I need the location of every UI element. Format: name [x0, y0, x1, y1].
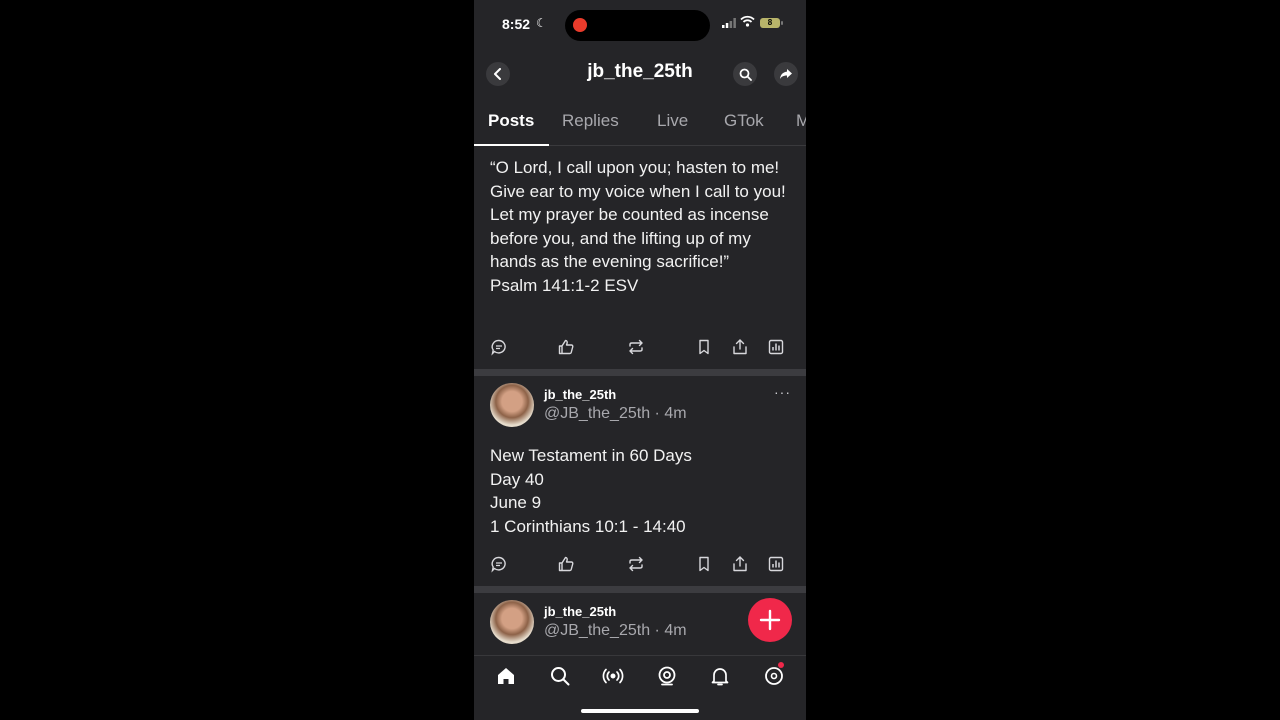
share-profile-button[interactable]: [774, 62, 798, 86]
post-citation: Psalm 141:1-2 ESV: [490, 275, 639, 295]
post-handle: @JB_the_25th · 4m: [544, 405, 687, 422]
account-icon[interactable]: [763, 665, 785, 687]
profile-header: jb_the_25th: [474, 52, 806, 96]
post-actions: [474, 555, 806, 575]
notification-badge: [778, 662, 784, 668]
search-button[interactable]: [733, 62, 757, 86]
battery-icon: 8: [760, 18, 780, 28]
post-username[interactable]: jb_the_25th: [544, 387, 616, 402]
like-icon[interactable]: [557, 555, 575, 573]
share-icon[interactable]: [731, 555, 749, 573]
profile-tabs: Posts Replies Live GTok M: [474, 97, 806, 146]
wifi-icon: [740, 15, 755, 27]
tab-live[interactable]: Live: [657, 111, 688, 131]
plus-icon: [759, 609, 781, 631]
gtok-icon[interactable]: [656, 665, 678, 687]
post-actions: [474, 338, 806, 358]
post-line: June 9: [490, 493, 542, 513]
analytics-icon[interactable]: [767, 338, 785, 356]
repost-icon[interactable]: [627, 555, 645, 573]
active-tab-indicator: [474, 144, 549, 146]
like-icon[interactable]: [557, 338, 575, 356]
bookmark-icon[interactable]: [695, 338, 713, 356]
post-divider: [474, 369, 806, 376]
share-icon[interactable]: [731, 338, 749, 356]
post-divider: [474, 586, 806, 593]
cellular-signal-icon: [722, 18, 736, 28]
moon-icon: ☾: [536, 16, 547, 30]
home-indicator: [581, 709, 699, 713]
post-body: New Testament in 60 Days Day 40 June 9 1…: [490, 444, 794, 538]
tab-media[interactable]: M: [796, 111, 806, 131]
tab-posts[interactable]: Posts: [488, 111, 534, 131]
compose-button[interactable]: [748, 598, 792, 642]
bookmark-icon[interactable]: [695, 555, 713, 573]
home-icon[interactable]: [495, 665, 517, 687]
phone-screen: 8:52 ☾ 8 jb_the_25th Posts Replies Live …: [474, 0, 806, 720]
post-handle: @JB_the_25th · 4m: [544, 622, 687, 639]
search-icon: [739, 68, 752, 81]
status-time: 8:52: [502, 16, 531, 32]
battery-tip: [781, 21, 783, 25]
tab-replies[interactable]: Replies: [562, 111, 619, 131]
post-quote-text: “O Lord, I call upon you; hasten to me! …: [490, 158, 786, 272]
bell-icon[interactable]: [709, 665, 731, 687]
post-line: New Testament in 60 Days: [490, 446, 692, 465]
analytics-icon[interactable]: [767, 555, 785, 573]
share-arrow-icon: [780, 69, 792, 79]
post-line: 1 Corinthians 10:1 - 14:40: [490, 516, 686, 536]
status-bar: 8:52 ☾ 8: [474, 0, 806, 50]
live-broadcast-icon[interactable]: [602, 665, 624, 687]
more-options-icon[interactable]: ···: [774, 384, 791, 400]
repost-icon[interactable]: [627, 338, 645, 356]
tab-gtok[interactable]: GTok: [724, 111, 764, 131]
dynamic-island: [565, 10, 710, 41]
comment-icon[interactable]: [490, 338, 508, 356]
recording-dot-icon: [573, 18, 587, 32]
post-body: “O Lord, I call upon you; hasten to me! …: [490, 156, 794, 298]
post-username[interactable]: jb_the_25th: [544, 604, 616, 619]
comment-icon[interactable]: [490, 555, 508, 573]
post-line: Day 40: [490, 469, 544, 489]
avatar[interactable]: [490, 600, 534, 644]
search-icon[interactable]: [549, 665, 571, 687]
avatar[interactable]: [490, 383, 534, 427]
